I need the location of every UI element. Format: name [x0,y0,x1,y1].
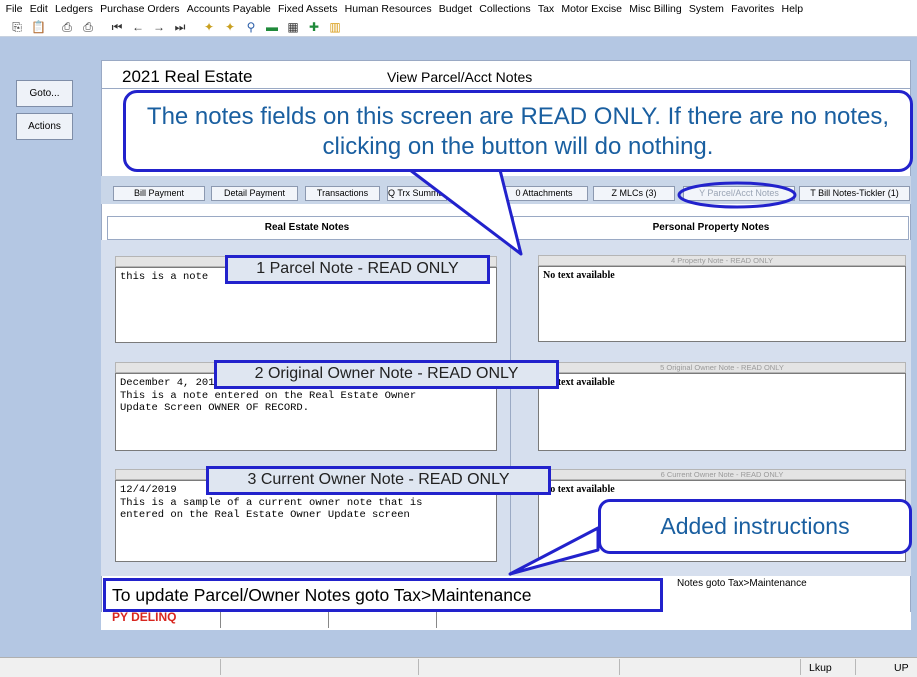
status-up: UP [894,662,909,674]
read-only-callout: The notes fields on this screen are READ… [123,90,913,172]
status-bar [0,657,917,677]
parcel-note-label: 1 Parcel Note - READ ONLY [225,255,490,284]
current-owner-note-label: 3 Current Owner Note - READ ONLY [206,466,551,495]
status-separator [220,659,221,675]
status-lkup: Lkup [809,662,832,674]
added-instructions-callout: Added instructions [598,499,912,554]
status-separator [800,659,801,675]
status-separator [418,659,419,675]
status-separator [619,659,620,675]
original-owner-note-label: 2 Original Owner Note - READ ONLY [214,360,559,389]
status-separator [855,659,856,675]
